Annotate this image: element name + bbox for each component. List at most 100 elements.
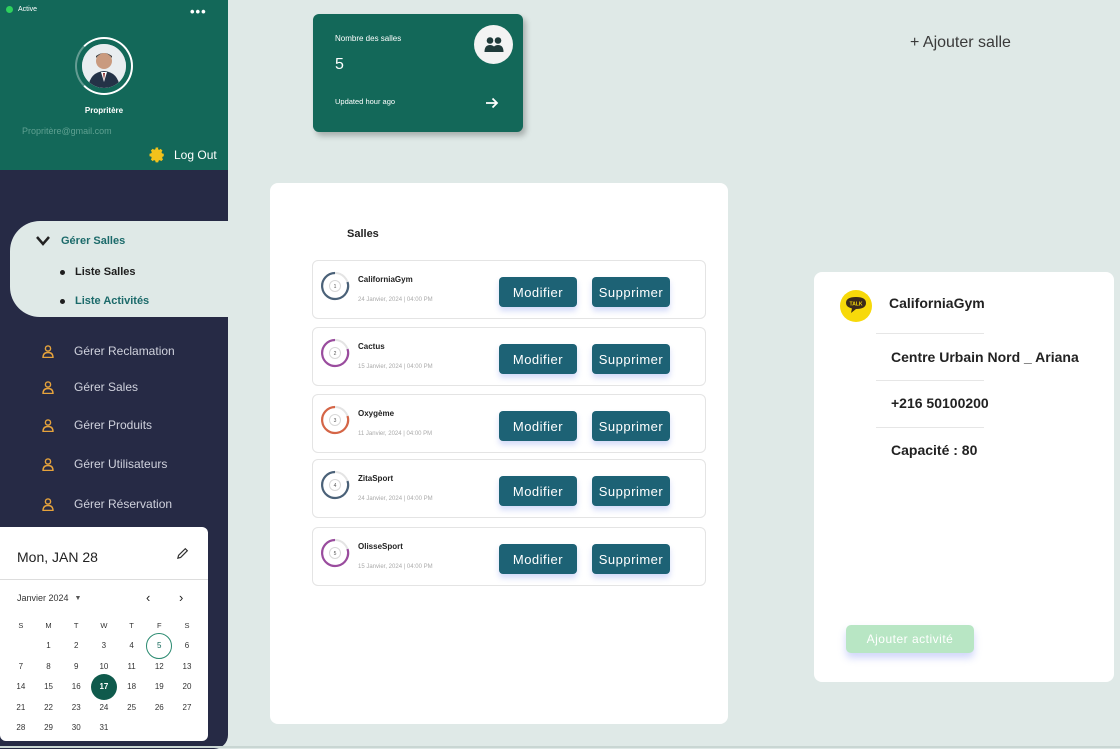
weekday-label: S	[184, 620, 190, 630]
calendar-day[interactable]: 24	[90, 697, 118, 718]
table-row[interactable]: 5 OlisseSport 15 Janvier, 2024 | 04:00 PM M…	[312, 527, 706, 586]
modify-button[interactable]: Modifier	[499, 277, 577, 307]
more-options-icon[interactable]: •••	[190, 4, 207, 19]
divider	[876, 380, 984, 381]
month-select[interactable]: Janvier 2024 ▼	[17, 593, 81, 603]
table-row[interactable]: 2 Cactus 15 Janvier, 2024 | 04:00 PM Modifi…	[312, 327, 706, 386]
sidebar-item-sales[interactable]: Gérer Sales	[42, 380, 138, 394]
calendar-day[interactable]: 14	[7, 677, 35, 698]
menu-group-header[interactable]: Gérer Salles	[35, 235, 125, 247]
calendar-day[interactable]: 25	[118, 697, 146, 718]
sidebar-item-label: Liste Salles	[75, 266, 136, 278]
calendar-day[interactable]: 30	[62, 718, 90, 739]
delete-button[interactable]: Supprimer	[592, 277, 670, 307]
calendar-day[interactable]: 3	[90, 636, 118, 657]
calendar-day[interactable]: 29	[35, 718, 63, 739]
delete-button[interactable]: Supprimer	[592, 411, 670, 441]
calendar-day[interactable]: 15	[35, 677, 63, 698]
calendar-date-label: Mon, JAN 28	[17, 549, 98, 565]
calendar-day-number: 21	[16, 702, 26, 712]
weekday-label: W	[100, 620, 108, 630]
sidebar-item-reclamation[interactable]: Gérer Reclamation	[42, 344, 175, 358]
calendar-day[interactable]: 12	[145, 656, 173, 677]
calendar-day[interactable]: 7	[7, 656, 35, 677]
calendar-day[interactable]: 2	[62, 636, 90, 657]
calendar-day[interactable]: 20	[173, 677, 201, 698]
modify-button[interactable]: Modifier	[499, 476, 577, 506]
bullet-icon	[60, 269, 65, 275]
sidebar-item-liste-salles[interactable]: Liste Salles	[60, 266, 136, 278]
salle-address: Centre Urbain Nord _ Ariana	[891, 349, 1079, 365]
calendar-day[interactable]: 22	[35, 697, 63, 718]
calendar-day[interactable]: 23	[62, 697, 90, 718]
calendar-day[interactable]: 27	[173, 697, 201, 718]
progress-ring-icon: 5	[321, 538, 350, 568]
next-month-button[interactable]: ›	[179, 590, 183, 605]
sidebar-item-reservation[interactable]: Gérer Réservation	[42, 497, 172, 511]
calendar-day[interactable]: 11	[118, 656, 146, 677]
add-salle-button[interactable]: + Ajouter salle	[910, 34, 1011, 52]
logout-button[interactable]: Log Out	[148, 146, 217, 164]
delete-button[interactable]: Supprimer	[592, 344, 670, 374]
sidebar-item-label: Gérer Utilisateurs	[74, 457, 168, 471]
sidebar-item-liste-activites[interactable]: Liste Activités	[60, 295, 149, 307]
calendar-day[interactable]: 13	[173, 656, 201, 677]
status-dot-icon	[6, 6, 13, 13]
salles-count-card[interactable]: Nombre des salles 5 Updated hour ago	[313, 14, 523, 132]
table-row[interactable]: 4 ZitaSport 24 Janvier, 2024 | 04:00 PM Mod…	[312, 459, 706, 518]
calendar-day-number: 22	[44, 702, 53, 712]
salle-capacity: Capacité : 80	[891, 442, 978, 458]
sidebar-item-label: Gérer Reclamation	[74, 344, 175, 358]
avatar[interactable]	[82, 44, 126, 88]
owner-email: Propritère@gmail.com	[22, 126, 112, 136]
calendar-day[interactable]: 9	[62, 656, 90, 677]
dropdown-arrow-icon: ▼	[74, 594, 82, 602]
person-icon	[42, 418, 54, 432]
calendar-day[interactable]: 28	[7, 718, 35, 739]
delete-button[interactable]: Supprimer	[592, 544, 670, 574]
delete-button[interactable]: Supprimer	[592, 476, 670, 506]
divider	[876, 427, 984, 428]
modify-button[interactable]: Modifier	[499, 344, 577, 374]
salle-date: 11 Janvier, 2024 | 04:00 PM	[358, 431, 433, 437]
calendar-day[interactable]: 26	[145, 697, 173, 718]
menu-group-salles: Gérer Salles Liste Salles Liste Activité…	[10, 221, 228, 317]
calendar-day-number: 4	[129, 641, 134, 651]
sidebar-item-utilisateurs[interactable]: Gérer Utilisateurs	[42, 457, 167, 471]
prev-month-button[interactable]: ‹	[146, 590, 150, 605]
calendar-day-selected[interactable]: 17	[90, 673, 118, 700]
person-icon	[42, 344, 54, 358]
weekday-label: M	[45, 620, 52, 630]
salles-panel: Salles 1 CaliforniaGym 24 Janvier, 2024 | …	[270, 183, 728, 724]
bullet-icon	[60, 298, 65, 304]
calendar-day[interactable]: 19	[145, 677, 173, 698]
group-icon	[474, 25, 513, 64]
calendar-day-number: 16	[71, 682, 81, 692]
calendar-day-number: 20	[182, 682, 192, 692]
calendar-day[interactable]: 4	[118, 636, 146, 657]
sidebar-item-produits[interactable]: Gérer Produits	[42, 418, 152, 432]
modify-button[interactable]: Modifier	[499, 411, 577, 441]
calendar-day[interactable]: 21	[7, 697, 35, 718]
calendar-day-number: 15	[44, 682, 53, 692]
add-activity-button[interactable]: Ajouter activité	[846, 625, 974, 653]
salle-name: Cactus	[358, 342, 385, 351]
calendar-day-number: 3	[101, 641, 107, 651]
calendar-day[interactable]: 6	[173, 636, 201, 657]
pencil-icon[interactable]	[176, 547, 189, 560]
month-label: Janvier 2024	[17, 593, 69, 603]
sidebar-item-label: Gérer Réservation	[74, 497, 173, 511]
calendar-day[interactable]: 1	[35, 636, 63, 657]
calendar-day-number: 30	[71, 723, 81, 733]
modify-button[interactable]: Modifier	[499, 544, 577, 574]
calendar-day-today[interactable]: 5	[145, 632, 173, 659]
calendar-day[interactable]: 8	[35, 656, 63, 677]
calendar-day[interactable]: 16	[62, 677, 90, 698]
calendar-day-number: 19	[154, 682, 164, 692]
table-row[interactable]: 1 CaliforniaGym 24 Janvier, 2024 | 04:00 P…	[312, 260, 706, 319]
calendar-day[interactable]: 18	[118, 677, 146, 698]
table-row[interactable]: 3 Oxygème 11 Janvier, 2024 | 04:00 PM Modif…	[312, 394, 706, 453]
arrow-right-icon[interactable]	[485, 96, 499, 110]
calendar-day[interactable]: 31	[90, 718, 118, 739]
divider	[876, 333, 984, 334]
